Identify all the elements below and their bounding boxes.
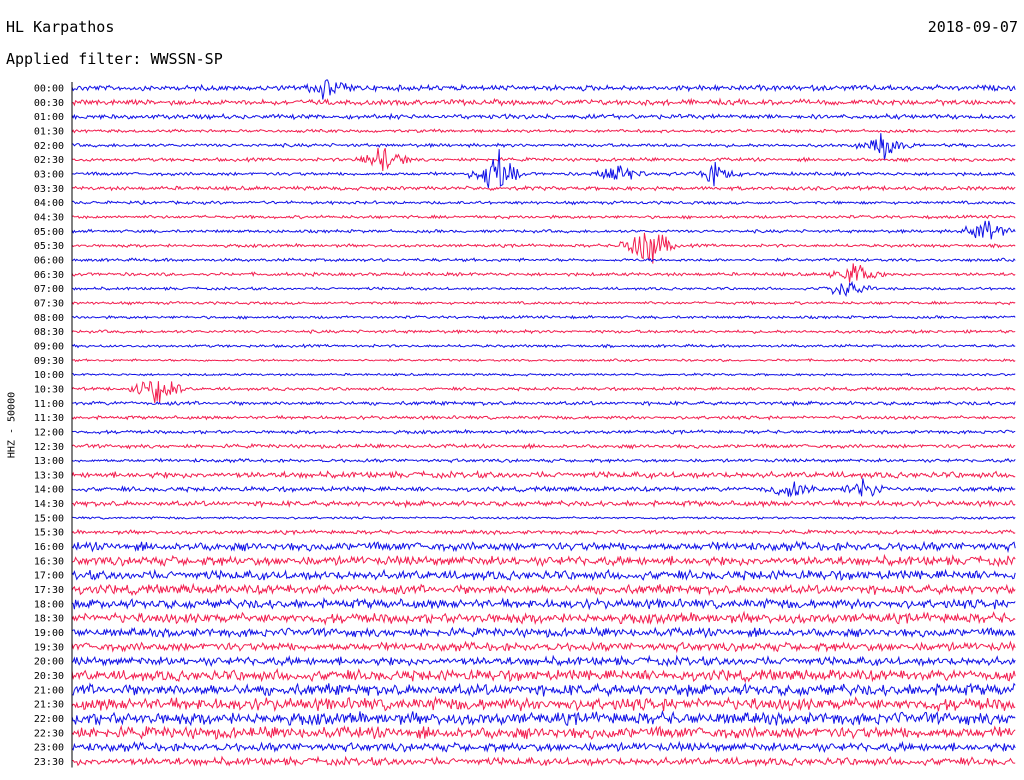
time-label-0630: 06:30 [34,270,64,281]
time-label-1300: 13:00 [34,456,64,467]
trace-1800 [71,596,1016,611]
time-label-0130: 01:30 [34,126,64,137]
trace-1330 [71,469,1016,480]
time-label-0500: 05:00 [34,227,64,238]
time-label-0430: 04:30 [34,212,64,223]
time-label-1700: 17:00 [34,571,64,582]
time-label-2230: 22:30 [34,728,64,739]
trace-1030 [71,380,1016,404]
trace-0300 [71,149,1016,189]
trace-0130 [71,128,1016,134]
time-label-1400: 14:00 [34,485,64,496]
trace-1430 [71,498,1016,509]
time-label-1930: 19:30 [34,642,64,653]
trace-1730 [71,582,1016,597]
trace-2230 [71,724,1016,740]
trace-0700 [71,280,1016,297]
time-label-0600: 06:00 [34,255,64,266]
time-label-2100: 21:00 [34,685,64,696]
time-label-1000: 10:00 [34,370,64,381]
time-label-0000: 00:00 [34,84,64,95]
trace-2030 [71,668,1016,684]
trace-1230 [71,442,1016,450]
trace-1600 [71,540,1016,554]
time-label-0930: 09:30 [34,356,64,367]
time-label-1030: 10:30 [34,384,64,395]
seismogram-plot: 00:00 00:30 01:00 01:30 02:00 02:30 03:00 03:30… [34,79,1016,769]
trace-1100 [71,399,1016,407]
trace-0430 [71,214,1016,220]
trace-2000 [71,654,1016,668]
time-label-1200: 12:00 [34,427,64,438]
trace-1900 [71,626,1016,639]
trace-1530 [71,528,1016,536]
time-label-1430: 14:30 [34,499,64,510]
trace-0830 [71,328,1016,335]
trace-0800 [71,314,1016,320]
trace-1500 [71,515,1016,521]
time-label-1500: 15:00 [34,513,64,524]
time-label-0800: 08:00 [34,313,64,324]
time-label-0030: 00:30 [34,98,64,109]
time-label-2330: 23:30 [34,757,64,768]
trace-2300 [71,740,1016,753]
trace-2330 [72,755,1016,768]
time-label-0830: 08:30 [34,327,64,338]
time-label-1230: 12:30 [34,442,64,453]
trace-1000 [71,372,1016,377]
traces-layer [71,79,1016,768]
time-label-2300: 23:00 [34,743,64,754]
trace-1200 [71,428,1016,436]
trace-1830 [71,610,1016,626]
trace-2100 [71,682,1016,698]
time-label-0400: 04:00 [34,198,64,209]
trace-1300 [71,457,1016,464]
trace-2200 [71,709,1016,727]
time-label-0530: 05:30 [34,241,64,252]
time-label-0900: 09:00 [34,341,64,352]
time-label-2030: 20:30 [34,671,64,682]
trace-0600 [71,257,1016,263]
time-label-2200: 22:00 [34,714,64,725]
trace-0400 [71,199,1016,206]
trace-0330 [71,184,1016,192]
trace-0630 [71,263,1016,283]
time-label-1130: 11:30 [34,413,64,424]
trace-0230 [71,147,1016,172]
time-label-1100: 11:00 [34,399,64,410]
time-label-1630: 16:30 [34,556,64,567]
time-label-0730: 07:30 [34,298,64,309]
trace-0000 [71,79,1016,100]
trace-1130 [71,414,1016,421]
trace-2130 [71,695,1016,712]
time-label-1900: 19:00 [34,628,64,639]
time-label-0300: 03:00 [34,169,64,180]
time-label-0100: 01:00 [34,112,64,123]
time-label-1600: 16:00 [34,542,64,553]
trace-0900 [71,343,1016,349]
time-labels: 00:00 00:30 01:00 01:30 02:00 02:30 03:00 03:30… [34,84,64,769]
time-label-0200: 02:00 [34,141,64,152]
time-label-1800: 18:00 [34,599,64,610]
trace-0930 [71,358,1016,363]
trace-0030 [71,97,1016,107]
trace-1930 [71,640,1016,654]
trace-0200 [71,133,1016,161]
time-label-0230: 02:30 [34,155,64,166]
trace-0730 [71,300,1016,306]
trace-0500 [71,220,1016,240]
time-label-2000: 20:00 [34,657,64,668]
time-label-1830: 18:30 [34,614,64,625]
trace-1630 [71,553,1016,568]
time-label-0700: 07:00 [34,284,64,295]
time-label-0330: 03:30 [34,184,64,195]
trace-1700 [71,568,1016,582]
time-label-1530: 15:30 [34,528,64,539]
trace-1400 [71,478,1016,498]
time-label-1730: 17:30 [34,585,64,596]
trace-0100 [71,112,1016,121]
time-label-1330: 13:30 [34,470,64,481]
time-label-2130: 21:30 [34,700,64,711]
